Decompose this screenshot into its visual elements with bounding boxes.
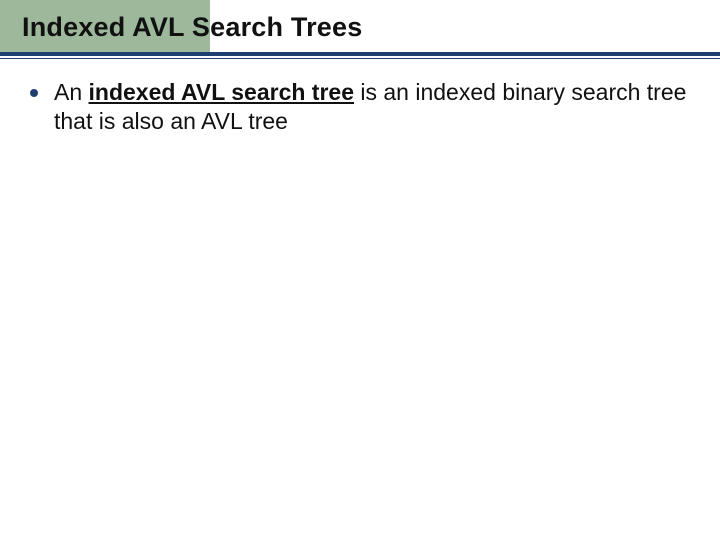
slide-title: Indexed AVL Search Trees	[22, 12, 362, 43]
slide: Indexed AVL Search Trees An indexed AVL …	[0, 0, 720, 540]
list-item: An indexed AVL search tree is an indexed…	[30, 78, 692, 137]
bullet-term: indexed AVL search tree	[89, 79, 354, 105]
slide-body: An indexed AVL search tree is an indexed…	[30, 78, 692, 137]
bullet-lead: An	[54, 79, 89, 105]
rule-thick	[0, 52, 720, 56]
title-underline	[0, 52, 720, 59]
rule-thin	[0, 58, 720, 59]
bullet-icon	[30, 89, 38, 97]
bullet-text: An indexed AVL search tree is an indexed…	[54, 78, 692, 137]
